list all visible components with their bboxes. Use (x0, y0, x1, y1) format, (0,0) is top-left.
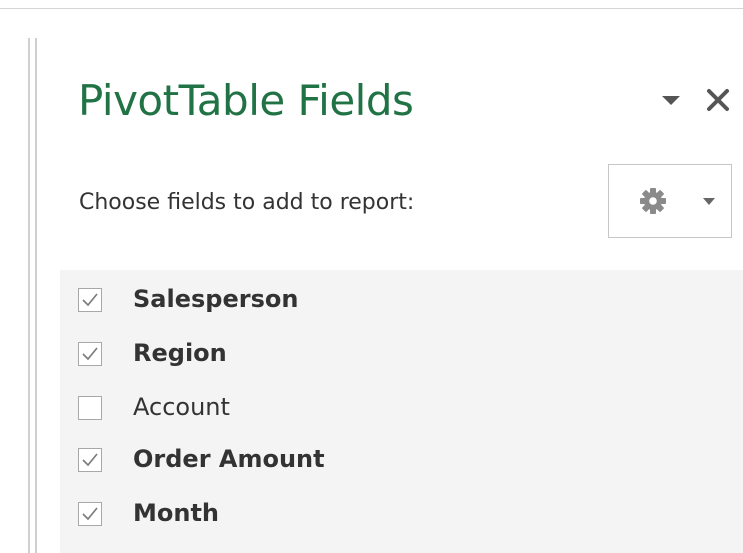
pane-splitter[interactable] (28, 38, 30, 553)
checkmark-icon (82, 347, 98, 361)
task-pane-options-button[interactable] (659, 90, 683, 112)
pane-splitter-edge (35, 38, 37, 553)
field-checkbox-salesperson[interactable] (78, 288, 102, 312)
checkmark-icon (82, 293, 98, 307)
field-checkbox-account[interactable] (78, 396, 102, 420)
tools-chevron-down-icon (703, 198, 715, 205)
checkmark-icon (82, 507, 98, 521)
close-icon (707, 89, 729, 111)
field-item-order-amount[interactable]: Order Amount (78, 442, 678, 482)
checkmark-icon (82, 453, 98, 467)
field-label: Salesperson (133, 285, 299, 313)
gear-icon (640, 188, 666, 214)
close-button[interactable] (700, 82, 736, 118)
field-checkbox-order-amount[interactable] (78, 448, 102, 472)
choose-fields-label: Choose fields to add to report: (79, 190, 415, 215)
field-item-region[interactable]: Region (78, 336, 678, 376)
panel-title: PivotTable Fields (78, 76, 414, 125)
field-item-salesperson[interactable]: Salesperson (78, 282, 678, 322)
field-label: Order Amount (133, 445, 325, 473)
field-item-account[interactable]: Account (78, 390, 678, 430)
field-checkbox-month[interactable] (78, 502, 102, 526)
window-top-border (0, 8, 743, 9)
field-label: Account (133, 393, 230, 421)
field-checkbox-region[interactable] (78, 342, 102, 366)
field-label: Region (133, 339, 227, 367)
tools-button[interactable] (608, 164, 732, 238)
field-label: Month (133, 499, 220, 527)
field-list: Salesperson Region Account Order Amount … (60, 270, 743, 553)
field-item-month[interactable]: Month (78, 496, 678, 536)
